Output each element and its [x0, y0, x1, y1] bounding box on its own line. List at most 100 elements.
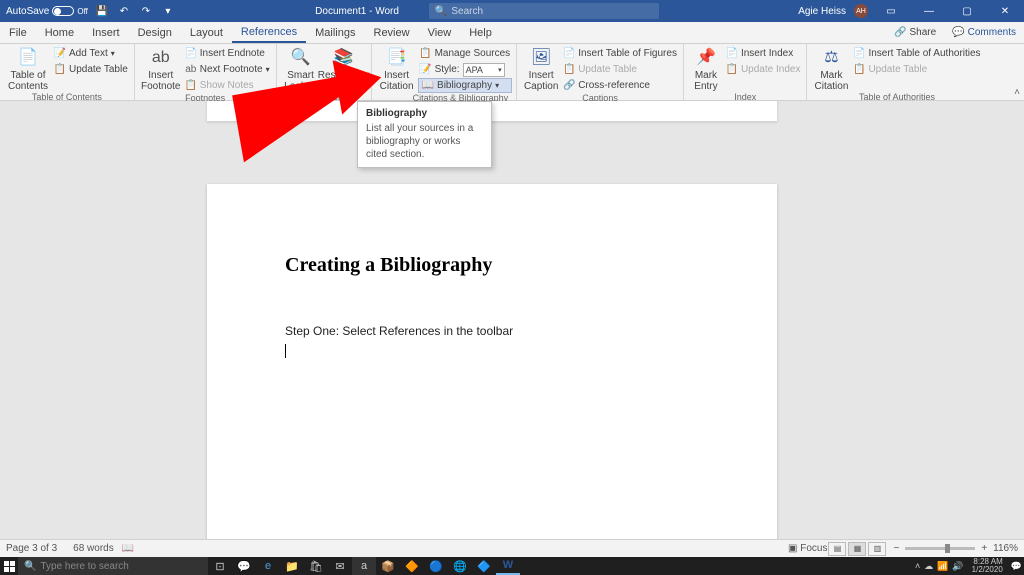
tray-onedrive-icon[interactable]: ☁ [924, 561, 933, 572]
figures-icon: 📄 [563, 48, 575, 60]
insert-citation-button[interactable]: 📑 Insert Citation [376, 46, 418, 92]
collapse-ribbon-icon[interactable]: ˄ [1014, 87, 1020, 98]
style-dropdown[interactable]: 📝Style:APA▾ [418, 62, 513, 77]
zoom-out-button[interactable]: − [893, 543, 899, 554]
update-captions-button[interactable]: 📋Update Table [561, 62, 679, 77]
update-authorities-button[interactable]: 📋Update Table [851, 62, 982, 77]
windows-taskbar: 🔍 Type here to search ⊡ 💬 e 📁 🛍 ✉ a 📦 🔶 … [0, 557, 1024, 575]
insert-authorities-button[interactable]: 📄Insert Table of Authorities [851, 46, 982, 61]
taskbar-app-4[interactable]: 🔷 [472, 557, 496, 575]
update-toc-button[interactable]: 📋Update Table [52, 62, 130, 77]
page-indicator[interactable]: Page 3 of 3 [6, 543, 57, 554]
close-button[interactable]: ✕ [990, 0, 1020, 22]
ribbon-display-options-icon[interactable]: ▭ [876, 0, 906, 22]
taskbar-app-2[interactable]: 🔶 [400, 557, 424, 575]
update-index-button[interactable]: 📋Update Index [724, 62, 803, 77]
add-text-button[interactable]: 📝Add Text▾ [52, 46, 130, 61]
taskbar-explorer-icon[interactable]: 📁 [280, 557, 304, 575]
taskbar-app-1[interactable]: 💬 [232, 557, 256, 575]
comments-button[interactable]: 💬Comments [944, 22, 1024, 43]
taskbar-amazon-icon[interactable]: a [352, 557, 376, 575]
update-captions-icon: 📋 [563, 64, 575, 76]
next-footnote-button[interactable]: abNext Footnote▾ [183, 62, 272, 77]
word-count[interactable]: 68 words [73, 543, 114, 554]
group-captions: 🖼 Insert Caption 📄Insert Table of Figure… [517, 44, 684, 100]
task-view-icon[interactable]: ⊡ [208, 557, 232, 575]
endnote-icon: 📄 [185, 48, 197, 60]
tab-file[interactable]: File [0, 22, 36, 43]
update-auth-icon: 📋 [853, 64, 865, 76]
user-avatar[interactable]: AH [854, 4, 868, 18]
insert-endnote-button[interactable]: 📄Insert Endnote [183, 46, 272, 61]
table-of-contents-button[interactable]: 📄 Table of Contents [4, 46, 52, 92]
zoom-in-button[interactable]: + [981, 543, 987, 554]
zoom-level[interactable]: 116% [993, 543, 1018, 554]
taskbar-chrome-icon[interactable]: 🌐 [448, 557, 472, 575]
mark-citation-button[interactable]: ⚖ Mark Citation [811, 46, 851, 92]
print-layout-button[interactable]: ▦ [848, 542, 866, 556]
tab-insert[interactable]: Insert [83, 22, 129, 43]
add-text-icon: 📝 [54, 48, 66, 60]
taskbar-app-3[interactable]: 🔵 [424, 557, 448, 575]
taskbar-search[interactable]: 🔍 Type here to search [18, 557, 208, 575]
cross-reference-button[interactable]: 🔗Cross-reference [561, 78, 679, 93]
tab-design[interactable]: Design [129, 22, 181, 43]
document-page[interactable]: Creating a Bibliography Step One: Select… [207, 184, 777, 539]
insert-index-button[interactable]: 📄Insert Index [724, 46, 803, 61]
notifications-icon[interactable]: 💬 [1011, 561, 1022, 572]
taskbar-mail-icon[interactable]: ✉ [328, 557, 352, 575]
taskbar-clock[interactable]: 8:28 AM 1/2/2020 [968, 558, 1007, 574]
researcher-button[interactable]: 📚 Researcher [321, 46, 367, 81]
tab-references[interactable]: References [232, 22, 306, 43]
insert-index-icon: 📄 [726, 48, 738, 60]
bibliography-button[interactable]: 📖Bibliography▾ [418, 78, 513, 93]
user-name[interactable]: Agie Heiss [798, 6, 846, 17]
mark-entry-icon: 📌 [696, 48, 716, 68]
smart-lookup-button[interactable]: 🔍 Smart Lookup [281, 46, 321, 92]
tab-home[interactable]: Home [36, 22, 83, 43]
read-mode-button[interactable]: ▤ [828, 542, 846, 556]
tab-review[interactable]: Review [365, 22, 419, 43]
start-button[interactable] [0, 557, 18, 575]
qat-customize-icon[interactable]: ▾ [160, 3, 176, 19]
insert-caption-button[interactable]: 🖼 Insert Caption [521, 46, 561, 92]
style-icon: 📝 [420, 64, 432, 76]
show-notes-button[interactable]: 📋Show Notes [183, 78, 272, 93]
zoom-slider[interactable] [905, 547, 975, 550]
focus-mode-button[interactable]: ▣ Focus [788, 543, 827, 554]
search-icon: 🔍 [435, 6, 447, 17]
share-button[interactable]: 🔗Share [886, 22, 944, 43]
autosave-toggle[interactable]: AutoSave Off [6, 6, 88, 17]
document-body-line[interactable]: Step One: Select References in the toolb… [285, 322, 699, 340]
document-canvas[interactable]: Creating a Bibliography Step One: Select… [0, 101, 1024, 539]
taskbar-dropbox-icon[interactable]: 📦 [376, 557, 400, 575]
taskbar-edge-icon[interactable]: e [256, 557, 280, 575]
taskbar-word-icon[interactable]: W [496, 557, 520, 575]
taskbar-store-icon[interactable]: 🛍 [304, 557, 328, 575]
redo-icon[interactable]: ↷ [138, 3, 154, 19]
tray-up-icon[interactable]: ˄ [915, 561, 920, 571]
document-heading[interactable]: Creating a Bibliography [285, 254, 699, 277]
manage-sources-button[interactable]: 📋Manage Sources [418, 46, 513, 61]
group-research: 🔍 Smart Lookup 📚 Researcher Research [277, 44, 372, 100]
tab-view[interactable]: View [419, 22, 461, 43]
system-tray[interactable]: ˄ ☁ 📶 🔊 8:28 AM 1/2/2020 💬 [915, 558, 1024, 574]
manage-sources-icon: 📋 [420, 48, 432, 60]
undo-icon[interactable]: ↶ [116, 3, 132, 19]
insert-footnote-button[interactable]: ab Insert Footnote [139, 46, 183, 92]
insert-table-figures-button[interactable]: 📄Insert Table of Figures [561, 46, 679, 61]
tray-volume-icon[interactable]: 🔊 [952, 561, 963, 572]
group-authorities: ⚖ Mark Citation 📄Insert Table of Authori… [807, 44, 986, 100]
search-box[interactable]: 🔍 Search [429, 3, 659, 19]
tab-mailings[interactable]: Mailings [306, 22, 364, 43]
spell-check-icon[interactable]: 📖 [122, 543, 134, 554]
tab-layout[interactable]: Layout [181, 22, 232, 43]
mark-entry-button[interactable]: 📌 Mark Entry [688, 46, 724, 92]
style-select[interactable]: APA▾ [463, 63, 505, 77]
minimize-button[interactable]: — [914, 0, 944, 22]
tab-help[interactable]: Help [460, 22, 501, 43]
web-layout-button[interactable]: ▥ [868, 542, 886, 556]
tray-network-icon[interactable]: 📶 [937, 561, 948, 572]
save-icon[interactable]: 💾 [94, 3, 110, 19]
maximize-button[interactable]: ▢ [952, 0, 982, 22]
